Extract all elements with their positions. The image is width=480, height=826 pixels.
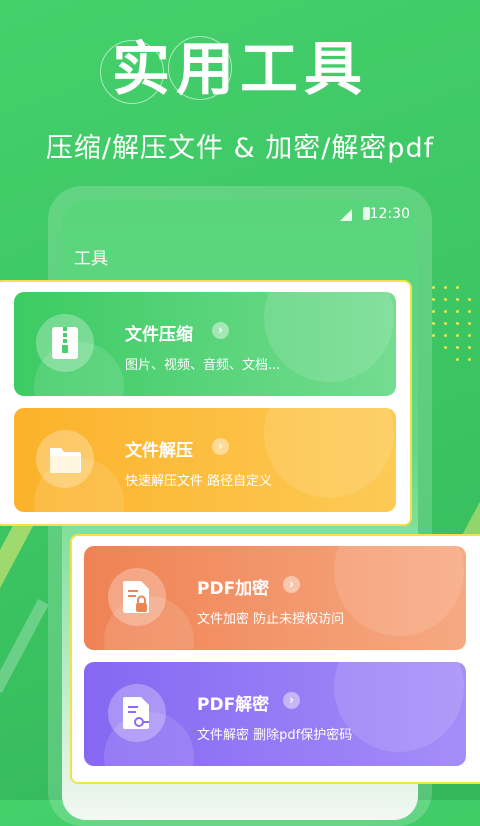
chevron-right-icon: ›	[283, 576, 300, 593]
bg-stripe	[0, 511, 37, 627]
pdf-lock-icon	[123, 581, 149, 613]
card-compress[interactable]: 文件压缩 › 图片、视频、音频、文档...	[14, 292, 396, 396]
zip-file-icon	[52, 327, 78, 359]
card-desc: 图片、视频、音频、文档...	[125, 358, 281, 373]
card-desc: 快速解压文件 路径自定义	[125, 474, 273, 489]
chevron-right-icon: ›	[212, 322, 229, 339]
card-title: PDF加密	[197, 579, 270, 599]
card-title: PDF解密	[197, 695, 270, 715]
card-pdf-decrypt[interactable]: PDF解密 › 文件解密 删除pdf保护密码	[84, 662, 466, 766]
status-time: 12:30	[369, 206, 410, 222]
card-extract[interactable]: 文件解压 › 快速解压文件 路径自定义	[14, 408, 396, 512]
page-title: 实用工具	[111, 35, 368, 103]
bg-stripe	[0, 599, 49, 693]
signal-icon	[340, 209, 352, 221]
chevron-right-icon: ›	[283, 692, 300, 709]
card-pdf-encrypt[interactable]: PDF加密 › 文件加密 防止未授权访问	[84, 546, 466, 650]
folder-icon	[50, 448, 81, 473]
chevron-right-icon: ›	[212, 438, 229, 455]
card-title: 文件解压	[125, 441, 193, 461]
pdf-key-icon	[123, 697, 149, 729]
card-desc: 文件解密 删除pdf保护密码	[197, 728, 353, 743]
section-label: 工具	[74, 249, 108, 269]
card-desc: 文件加密 防止未授权访问	[197, 612, 345, 627]
page-subtitle: 压缩/解压文件 & 加密/解密pdf	[45, 133, 435, 164]
card-title: 文件压缩	[125, 325, 193, 345]
